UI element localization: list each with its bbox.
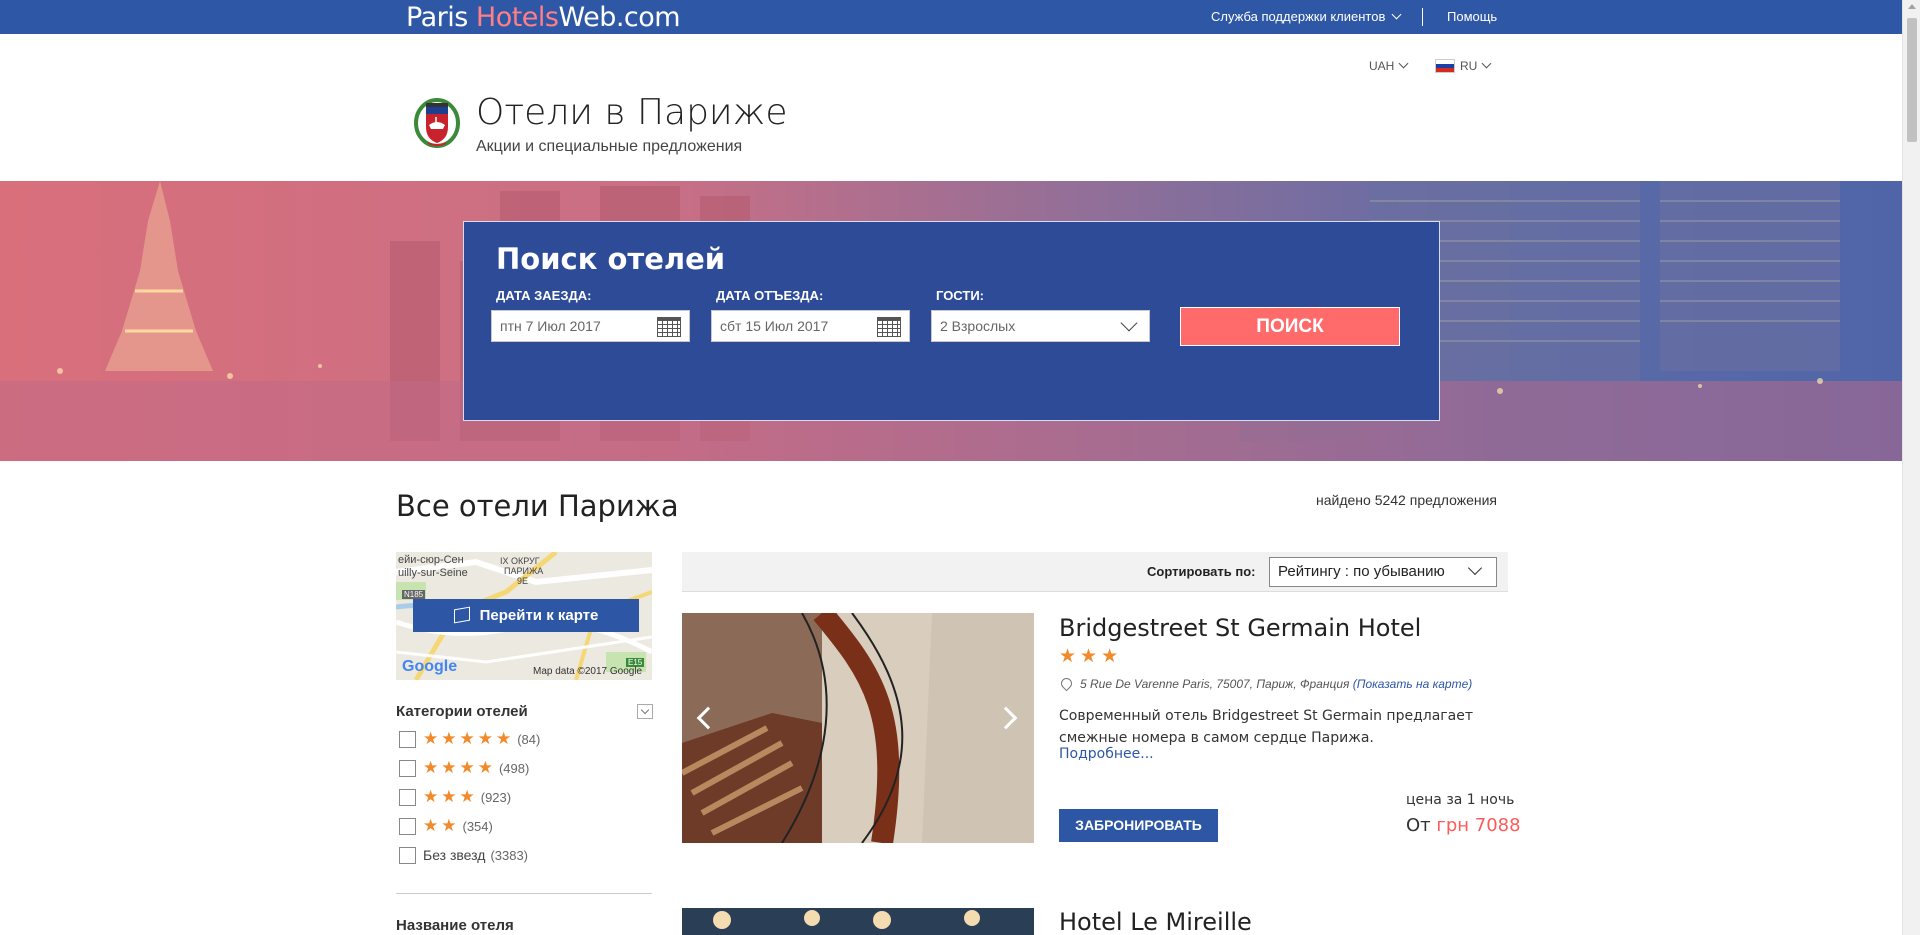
page-scrollbar[interactable] (1902, 0, 1920, 935)
price-per-night-label: цена за 1 ночь (1406, 792, 1515, 808)
checkout-label: ДАТА ОТЪЕЗДА: (716, 288, 824, 303)
support-label: Служба поддержки клиентов (1211, 9, 1386, 24)
chevron-down-icon (1398, 58, 1409, 69)
category-label: Без звезд (423, 847, 486, 863)
go-to-map-label: Перейти к карте (479, 607, 599, 624)
category-filter-3-stars[interactable]: ★★★ (923) (399, 787, 511, 807)
price-prefix: От (1406, 815, 1431, 836)
hotel-photo-carousel[interactable] (682, 613, 1034, 843)
checkout-date-field[interactable]: сбт 15 Июл 2017 (711, 310, 910, 342)
guests-value: 2 Взрослых (940, 318, 1016, 334)
page-subtitle: Акции и специальные предложения (476, 138, 743, 155)
hotel-photo (682, 613, 1034, 843)
checkin-date-field[interactable]: птн 7 Июл 2017 (491, 310, 690, 342)
checkbox[interactable] (399, 846, 416, 864)
results-count: найдено 5242 предложения (1316, 492, 1497, 508)
divider (1422, 8, 1423, 26)
scrollbar-thumb[interactable] (1907, 18, 1917, 142)
categories-heading: Категории отелей (396, 703, 528, 720)
hotel-photo-carousel[interactable] (682, 908, 1034, 935)
map-label: 9E (517, 576, 529, 586)
sort-select[interactable]: Рейтингу : по убыванию (1269, 557, 1497, 587)
sort-label: Сортировать по: (1147, 564, 1256, 579)
calendar-icon[interactable] (657, 317, 681, 337)
map-label: ПАРИЖА (504, 566, 544, 576)
guests-label: ГОСТИ: (936, 288, 984, 303)
star-rating-icons: ★★★★★ (423, 729, 515, 748)
language-label: RU (1460, 59, 1478, 73)
checkin-value: птн 7 Июл 2017 (500, 318, 601, 334)
paris-crest-logo (414, 98, 460, 148)
map-label: ейи-сюр-Сен (398, 554, 464, 566)
hotel-star-rating: ★★★ (1059, 646, 1123, 667)
category-filter-no-stars[interactable]: Без звезд (3383) (399, 845, 528, 865)
google-logo: Google (402, 658, 458, 675)
chevron-down-icon (1120, 314, 1138, 332)
sort-value: Рейтингу : по убыванию (1278, 563, 1445, 580)
categories-collapse-toggle[interactable] (637, 704, 653, 719)
top-bar: Paris HotelsWeb.com Служба поддержки кли… (0, 0, 1902, 34)
calendar-icon[interactable] (877, 317, 901, 337)
location-pin-icon (1058, 675, 1075, 692)
checkbox[interactable] (399, 817, 416, 835)
star-rating-icons: ★★ (423, 816, 460, 835)
divider (396, 893, 652, 894)
checkbox[interactable] (399, 730, 416, 748)
price-amount: грн 7088 (1436, 815, 1521, 836)
hotel-name-filter-heading: Название отеля (396, 917, 514, 934)
hotel-name-link[interactable]: Bridgestreet St Germain Hotel (1059, 614, 1421, 642)
brand-part: Paris (406, 2, 468, 33)
map-preview[interactable]: ейи-сюр-Сен uilly-sur-Seine IX ОКРУГ ПАР… (396, 552, 652, 680)
help-link[interactable]: Помощь (1447, 9, 1497, 24)
site-logo-text[interactable]: Paris HotelsWeb.com (406, 2, 681, 33)
category-count: (923) (480, 789, 512, 805)
sort-bar: Сортировать по: Рейтингу : по убыванию (682, 552, 1508, 592)
address-text: 5 Rue De Varenne Paris, 75007, Париж, Фр… (1080, 677, 1350, 691)
hotel-photo (682, 908, 1034, 935)
page-title: Отели в Париже (476, 92, 788, 133)
results-heading: Все отели Парижа (396, 489, 679, 523)
hotel-address: 5 Rue De Varenne Paris, 75007, Париж, Фр… (1058, 675, 1473, 692)
category-count: (354) (462, 818, 493, 834)
category-count: (3383) (490, 847, 529, 863)
currency-selector[interactable]: UAH (1369, 58, 1409, 73)
hotel-name-link[interactable]: Hotel Le Mireille (1059, 908, 1252, 935)
hotel-price: От грн 7088 (1406, 815, 1521, 836)
search-title: Поиск отелей (496, 242, 726, 276)
currency-label: UAH (1369, 59, 1395, 73)
scroll-up-icon[interactable] (1908, 4, 1916, 9)
chevron-down-icon (1467, 560, 1483, 576)
show-on-map-link[interactable]: (Показать на карте) (1353, 677, 1473, 691)
category-count: (498) (498, 760, 530, 776)
checkin-label: ДАТА ЗАЕЗДА: (496, 288, 592, 303)
star-rating-icons: ★★★ (423, 787, 478, 806)
category-count: (84) (517, 731, 541, 747)
language-selector[interactable]: RU (1435, 58, 1492, 73)
hotel-search-form: Поиск отелей ДАТА ЗАЕЗДА: птн 7 Июл 2017… (463, 221, 1440, 421)
map-attribution: Map data ©2017 Google (533, 666, 643, 677)
star-rating-icons: ★★★★ (423, 758, 496, 777)
book-button[interactable]: ЗАБРОНИРОВАТЬ (1059, 809, 1218, 842)
guests-select[interactable]: 2 Взрослых (931, 310, 1150, 342)
brand-part-highlight: Hotels (475, 2, 559, 33)
checkbox[interactable] (399, 759, 416, 777)
checkbox[interactable] (399, 788, 416, 806)
category-filter-2-stars[interactable]: ★★ (354) (399, 816, 493, 836)
map-label: IX ОКРУГ (500, 556, 540, 566)
category-filter-4-stars[interactable]: ★★★★ (498) (399, 758, 529, 778)
chevron-down-icon (1391, 9, 1402, 20)
brand-part: Web.com (558, 2, 681, 33)
map-icon (453, 606, 470, 624)
category-filter-5-stars[interactable]: ★★★★★ (84) (399, 729, 540, 749)
map-label: uilly-sur-Seine (398, 567, 468, 579)
support-menu[interactable]: Служба поддержки клиентов (1211, 9, 1402, 24)
russia-flag-icon (1435, 59, 1455, 73)
read-more-link[interactable]: Подробнее... (1059, 746, 1154, 762)
go-to-map-button[interactable]: Перейти к карте (413, 599, 639, 632)
search-button[interactable]: ПОИСК (1180, 307, 1400, 346)
hotel-description: Современный отель Bridgestreet St Germai… (1059, 708, 1473, 746)
checkout-value: сбт 15 Июл 2017 (720, 318, 829, 334)
map-road-label: N185 (402, 590, 426, 599)
chevron-down-icon (1481, 58, 1492, 69)
